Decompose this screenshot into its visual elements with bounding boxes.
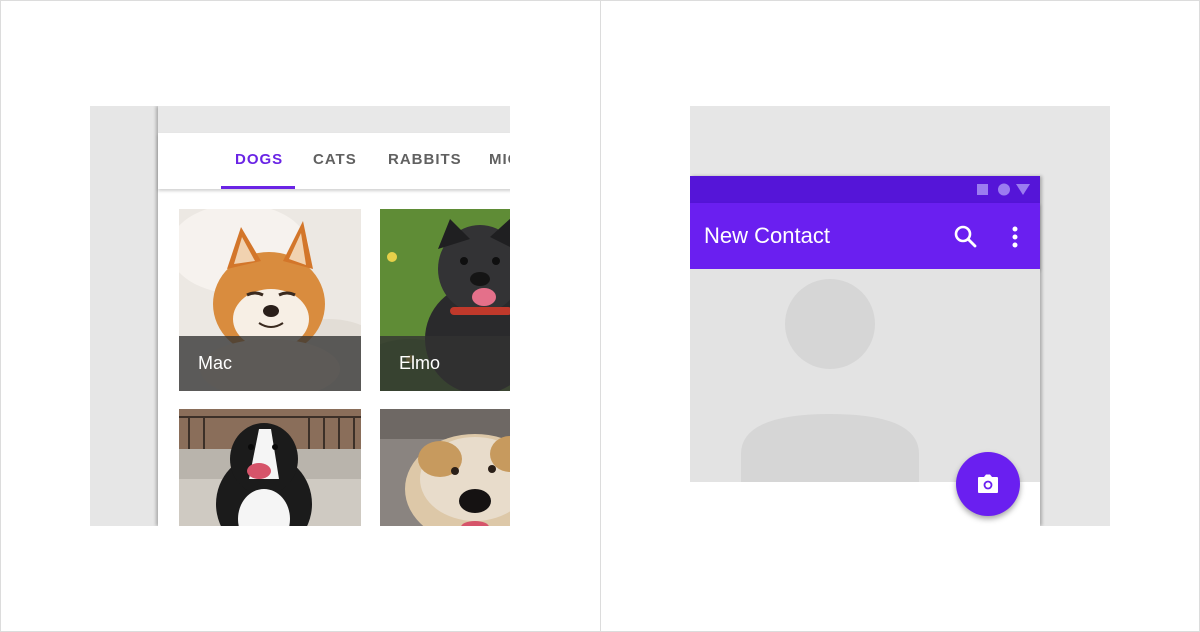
toolbar: New Contact <box>690 203 1040 269</box>
tab-bar: DOGS CATS RABBITS MICE <box>158 133 510 189</box>
contact-photo-placeholder[interactable] <box>690 269 1040 482</box>
circle-icon <box>998 183 1010 196</box>
camera-icon <box>978 474 998 493</box>
person-icon <box>741 279 919 482</box>
photo-card-elmo[interactable]: Elmo <box>380 209 510 391</box>
search-icon[interactable] <box>953 224 979 250</box>
panel-divider <box>600 1 601 631</box>
triangle-icon <box>1016 184 1030 195</box>
photo-caption-text: Elmo <box>399 353 441 373</box>
camera-fab[interactable] <box>956 452 1020 516</box>
tabs-example-panel: DOGS CATS RABBITS MICE <box>90 106 510 526</box>
square-icon <box>977 184 988 195</box>
contact-example-panel: New Contact <box>690 106 1110 526</box>
status-bar <box>690 176 1040 203</box>
photo-caption: Mac <box>179 336 361 391</box>
phone-screen: New Contact <box>690 176 1040 526</box>
photo-card-4[interactable] <box>380 409 510 526</box>
app-bar <box>158 106 510 133</box>
photo-card-mac[interactable]: Mac <box>179 209 361 391</box>
tab-dogs[interactable]: DOGS <box>235 133 283 189</box>
tab-mice[interactable]: MICE <box>489 133 510 189</box>
photo-caption-text: Mac <box>198 353 233 373</box>
tab-indicator <box>221 186 295 189</box>
dog-photo <box>179 409 361 526</box>
toolbar-title: New Contact <box>704 223 830 248</box>
tab-cats[interactable]: CATS <box>313 133 357 189</box>
photo-caption: Elmo <box>380 336 510 391</box>
dog-photo <box>380 409 510 526</box>
more-vert-icon[interactable] <box>1010 224 1020 250</box>
tab-rabbits[interactable]: RABBITS <box>388 133 462 189</box>
photo-card-3[interactable] <box>179 409 361 526</box>
phone-screen: DOGS CATS RABBITS MICE <box>158 106 510 526</box>
